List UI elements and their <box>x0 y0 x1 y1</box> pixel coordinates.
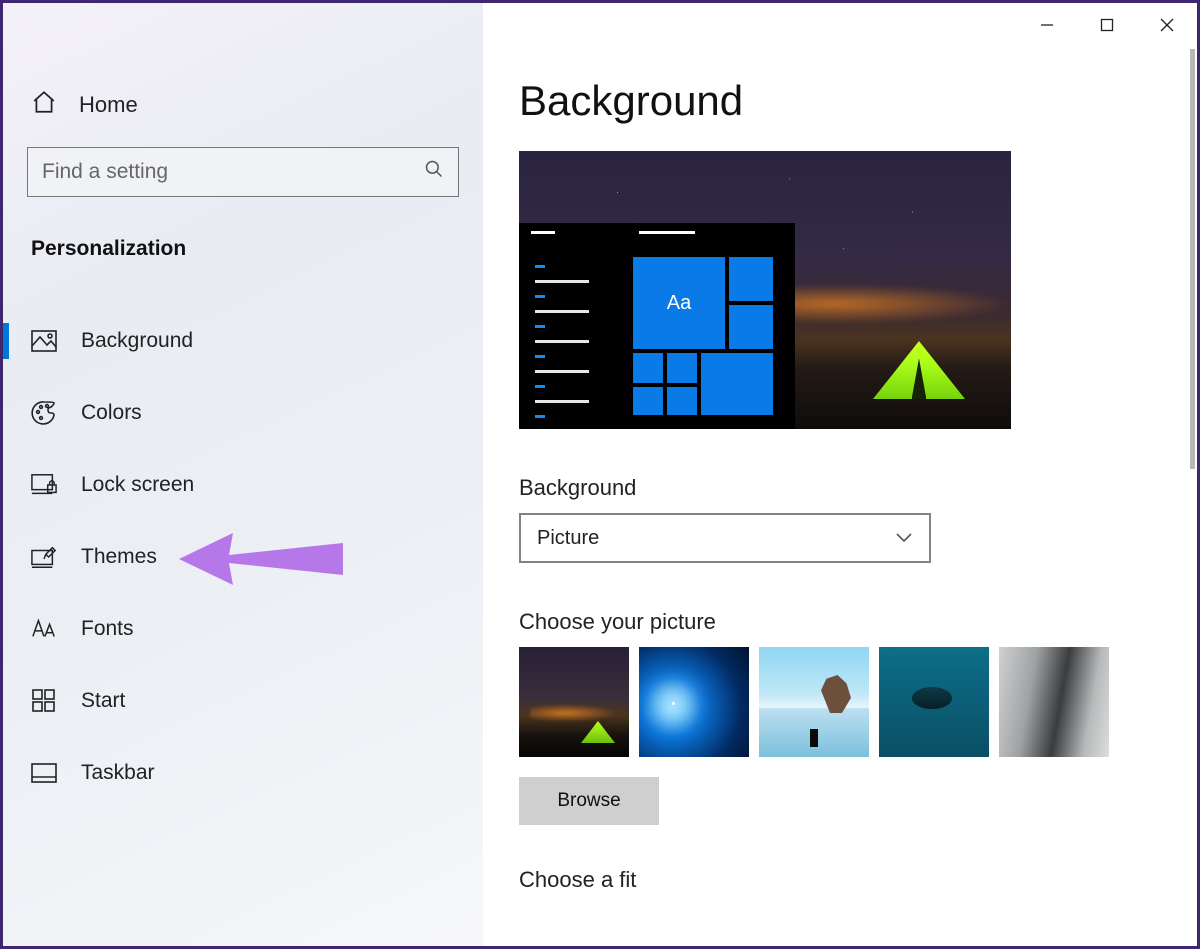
sidebar-item-start[interactable]: Start <box>3 665 483 737</box>
sidebar-item-label: Taskbar <box>81 761 155 785</box>
sidebar-item-label: Themes <box>81 545 157 569</box>
sidebar-item-label: Start <box>81 689 125 713</box>
main-panel: Background Aa <box>483 3 1197 946</box>
picture-thumb-2[interactable] <box>639 647 749 757</box>
picture-thumbnails <box>519 647 1177 757</box>
sidebar-item-background[interactable]: Background <box>3 305 483 377</box>
sidebar-item-label: Fonts <box>81 617 134 641</box>
preview-tiles: Aa <box>633 257 785 417</box>
sidebar-item-colors[interactable]: Colors <box>3 377 483 449</box>
sidebar-item-lock-screen[interactable]: Lock screen <box>3 449 483 521</box>
category-title: Personalization <box>3 219 483 279</box>
picture-thumb-3[interactable] <box>759 647 869 757</box>
nav-list: Background Colors Lock screen Themes <box>3 305 483 809</box>
background-dropdown-value: Picture <box>537 527 599 550</box>
home-nav[interactable]: Home <box>3 63 483 147</box>
picture-thumb-4[interactable] <box>879 647 989 757</box>
browse-button[interactable]: Browse <box>519 777 659 825</box>
background-label: Background <box>519 475 1177 501</box>
sidebar-item-label: Colors <box>81 401 142 425</box>
themes-icon <box>31 544 57 570</box>
background-dropdown[interactable]: Picture <box>519 513 931 563</box>
preview-sample-tile: Aa <box>633 257 725 349</box>
chevron-down-icon <box>895 527 913 550</box>
page-title: Background <box>519 77 1177 125</box>
browse-button-label: Browse <box>557 790 620 812</box>
desktop-preview: Aa <box>519 151 1011 429</box>
search-container <box>3 147 483 219</box>
lock-screen-icon <box>31 472 57 498</box>
home-label: Home <box>79 92 138 118</box>
search-input[interactable] <box>42 160 424 184</box>
palette-icon <box>31 400 57 426</box>
start-icon <box>31 688 57 714</box>
sidebar-item-label: Lock screen <box>81 473 194 497</box>
search-icon <box>424 159 444 185</box>
scrollbar[interactable] <box>1190 49 1195 469</box>
settings-window: Settings Home Personaliza <box>0 0 1200 949</box>
search-box[interactable] <box>27 147 459 197</box>
sidebar-item-label: Background <box>81 329 193 353</box>
taskbar-icon <box>31 760 57 786</box>
fonts-icon <box>31 616 57 642</box>
choose-fit-label: Choose a fit <box>519 867 1177 893</box>
sidebar-item-fonts[interactable]: Fonts <box>3 593 483 665</box>
picture-thumb-1[interactable] <box>519 647 629 757</box>
sidebar-item-themes[interactable]: Themes <box>3 521 483 593</box>
home-icon <box>31 89 57 121</box>
choose-picture-label: Choose your picture <box>519 609 1177 635</box>
sidebar-item-taskbar[interactable]: Taskbar <box>3 737 483 809</box>
image-icon <box>31 328 57 354</box>
picture-thumb-5[interactable] <box>999 647 1109 757</box>
preview-start-menu: Aa <box>519 223 795 429</box>
sidebar: Home Personalization Background <box>3 3 483 946</box>
